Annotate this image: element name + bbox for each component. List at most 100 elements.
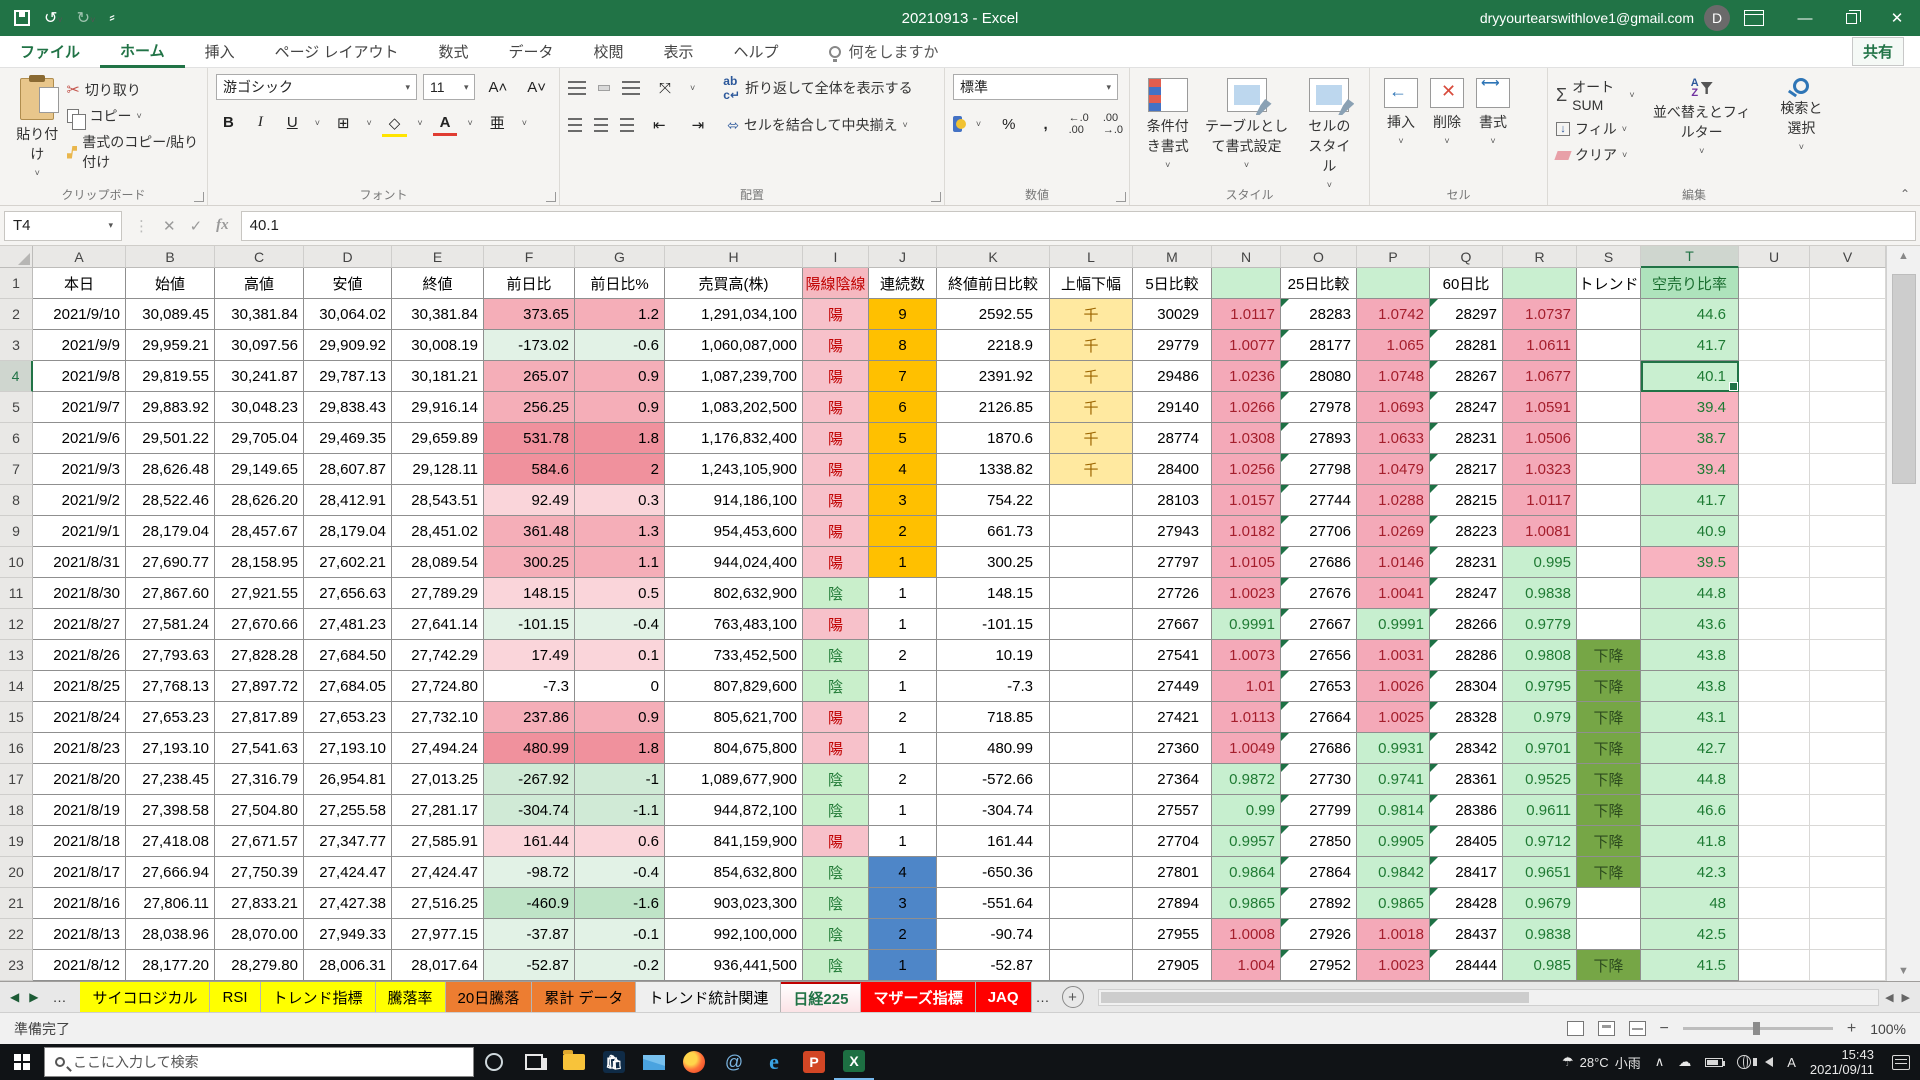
- cell-D6[interactable]: 29,469.35: [304, 423, 392, 454]
- volume-icon[interactable]: [1765, 1057, 1773, 1067]
- cortana-button[interactable]: [474, 1044, 514, 1080]
- cell-Q15[interactable]: 28328: [1430, 702, 1503, 733]
- cell-D17[interactable]: 26,954.81: [304, 764, 392, 795]
- sheet-tab-5[interactable]: 20日騰落: [446, 982, 533, 1012]
- header-cell-U[interactable]: [1739, 268, 1810, 299]
- cell-J19[interactable]: 1: [869, 826, 937, 857]
- cell-K5[interactable]: 2126.85: [937, 392, 1050, 423]
- cell-C11[interactable]: 27,921.55: [215, 578, 304, 609]
- row-header-8[interactable]: 8: [0, 485, 33, 516]
- cell-S4[interactable]: [1577, 361, 1641, 392]
- cell-L13[interactable]: [1050, 640, 1133, 671]
- cell-B23[interactable]: 28,177.20: [126, 950, 215, 981]
- restore-button[interactable]: [1828, 0, 1874, 36]
- cell-K10[interactable]: 300.25: [937, 547, 1050, 578]
- cell-R5[interactable]: 1.0591: [1503, 392, 1577, 423]
- cell-P19[interactable]: 0.9905: [1357, 826, 1430, 857]
- cell-O21[interactable]: 27892: [1281, 888, 1357, 919]
- cell-I21[interactable]: 陰: [803, 888, 869, 919]
- cell-E5[interactable]: 29,916.14: [392, 392, 484, 423]
- avatar[interactable]: D: [1704, 5, 1730, 31]
- header-cell-B[interactable]: 始値: [126, 268, 215, 299]
- cell-K11[interactable]: 148.15: [937, 578, 1050, 609]
- cell-D8[interactable]: 28,412.91: [304, 485, 392, 516]
- cell-L22[interactable]: [1050, 919, 1133, 950]
- cell-P18[interactable]: 0.9814: [1357, 795, 1430, 826]
- cell-S9[interactable]: [1577, 516, 1641, 547]
- cell-H21[interactable]: 903,023,300: [665, 888, 803, 919]
- align-right-icon[interactable]: [620, 118, 634, 132]
- comma-style-button[interactable]: ,: [1036, 114, 1054, 135]
- column-header-M[interactable]: M: [1133, 246, 1212, 268]
- cell-A17[interactable]: 2021/8/20: [33, 764, 126, 795]
- cell-G4[interactable]: 0.9: [575, 361, 665, 392]
- taskbar-clock[interactable]: 15:432021/09/11: [1810, 1047, 1874, 1077]
- cell-R18[interactable]: 0.9611: [1503, 795, 1577, 826]
- orientation-button[interactable]: ⤧: [652, 78, 678, 99]
- cell-G21[interactable]: -1.6: [575, 888, 665, 919]
- sheet-tab-9[interactable]: マザーズ指標: [861, 982, 975, 1012]
- sheet-tab-4[interactable]: 騰落率: [376, 982, 446, 1012]
- cell-F3[interactable]: -173.02: [484, 330, 575, 361]
- cell-J10[interactable]: 1: [869, 547, 937, 578]
- cell-L17[interactable]: [1050, 764, 1133, 795]
- column-header-G[interactable]: G: [575, 246, 665, 268]
- cell-D5[interactable]: 29,838.43: [304, 392, 392, 423]
- row-header-18[interactable]: 18: [0, 795, 33, 826]
- cell-R2[interactable]: 1.0737: [1503, 299, 1577, 330]
- cell-J17[interactable]: 2: [869, 764, 937, 795]
- column-header-I[interactable]: I: [803, 246, 869, 268]
- cell-P17[interactable]: 0.9741: [1357, 764, 1430, 795]
- cell-F21[interactable]: -460.9: [484, 888, 575, 919]
- header-cell-P[interactable]: [1357, 268, 1430, 299]
- cell-F20[interactable]: -98.72: [484, 857, 575, 888]
- cell-Q18[interactable]: 28386: [1430, 795, 1503, 826]
- cell-E13[interactable]: 27,742.29: [392, 640, 484, 671]
- cell-K12[interactable]: -101.15: [937, 609, 1050, 640]
- cell-V5[interactable]: [1810, 392, 1886, 423]
- decrease-decimal-button[interactable]: .00→.0: [1103, 112, 1123, 136]
- zoom-level[interactable]: 100%: [1870, 1021, 1906, 1037]
- cell-P5[interactable]: 1.0693: [1357, 392, 1430, 423]
- cell-O9[interactable]: 27706: [1281, 516, 1357, 547]
- cell-N10[interactable]: 1.0105: [1212, 547, 1281, 578]
- cell-M9[interactable]: 27943: [1133, 516, 1212, 547]
- cell-L23[interactable]: [1050, 950, 1133, 981]
- cell-E14[interactable]: 27,724.80: [392, 671, 484, 702]
- cell-T13[interactable]: 43.8: [1641, 640, 1739, 671]
- header-cell-F[interactable]: 前日比: [484, 268, 575, 299]
- tab-home[interactable]: ホーム: [100, 36, 185, 68]
- sort-filter-button[interactable]: AZ 並べ替えとフィルター˅: [1643, 74, 1761, 168]
- accounting-format-icon[interactable]: [953, 116, 962, 132]
- cell-F4[interactable]: 265.07: [484, 361, 575, 392]
- sheet-tab-2[interactable]: RSI: [210, 982, 260, 1012]
- row-header-14[interactable]: 14: [0, 671, 33, 702]
- cell-Q16[interactable]: 28342: [1430, 733, 1503, 764]
- cell-S5[interactable]: [1577, 392, 1641, 423]
- header-cell-G[interactable]: 前日比%: [575, 268, 665, 299]
- cell-M14[interactable]: 27449: [1133, 671, 1212, 702]
- cell-O19[interactable]: 27850: [1281, 826, 1357, 857]
- fill-button[interactable]: ↓フィル˅: [1556, 119, 1635, 139]
- row-header-21[interactable]: 21: [0, 888, 33, 919]
- cell-I14[interactable]: 陰: [803, 671, 869, 702]
- cell-G20[interactable]: -0.4: [575, 857, 665, 888]
- column-header-V[interactable]: V: [1810, 246, 1886, 268]
- cell-N5[interactable]: 1.0266: [1212, 392, 1281, 423]
- scroll-up-icon[interactable]: ▲: [1887, 246, 1920, 266]
- cell-P12[interactable]: 0.9991: [1357, 609, 1430, 640]
- sheet-nav-left-icon[interactable]: ◀: [10, 990, 19, 1004]
- cell-G18[interactable]: -1.1: [575, 795, 665, 826]
- weather-widget[interactable]: ☂ 28°C 小雨: [1562, 1053, 1641, 1072]
- cell-U12[interactable]: [1739, 609, 1810, 640]
- cell-S16[interactable]: 下降: [1577, 733, 1641, 764]
- cell-M11[interactable]: 27726: [1133, 578, 1212, 609]
- cell-H18[interactable]: 944,872,100: [665, 795, 803, 826]
- cell-L6[interactable]: 千: [1050, 423, 1133, 454]
- cell-R8[interactable]: 1.0117: [1503, 485, 1577, 516]
- cell-G14[interactable]: 0: [575, 671, 665, 702]
- cell-F19[interactable]: 161.44: [484, 826, 575, 857]
- cell-K13[interactable]: 10.19: [937, 640, 1050, 671]
- header-cell-C[interactable]: 高値: [215, 268, 304, 299]
- cell-G13[interactable]: 0.1: [575, 640, 665, 671]
